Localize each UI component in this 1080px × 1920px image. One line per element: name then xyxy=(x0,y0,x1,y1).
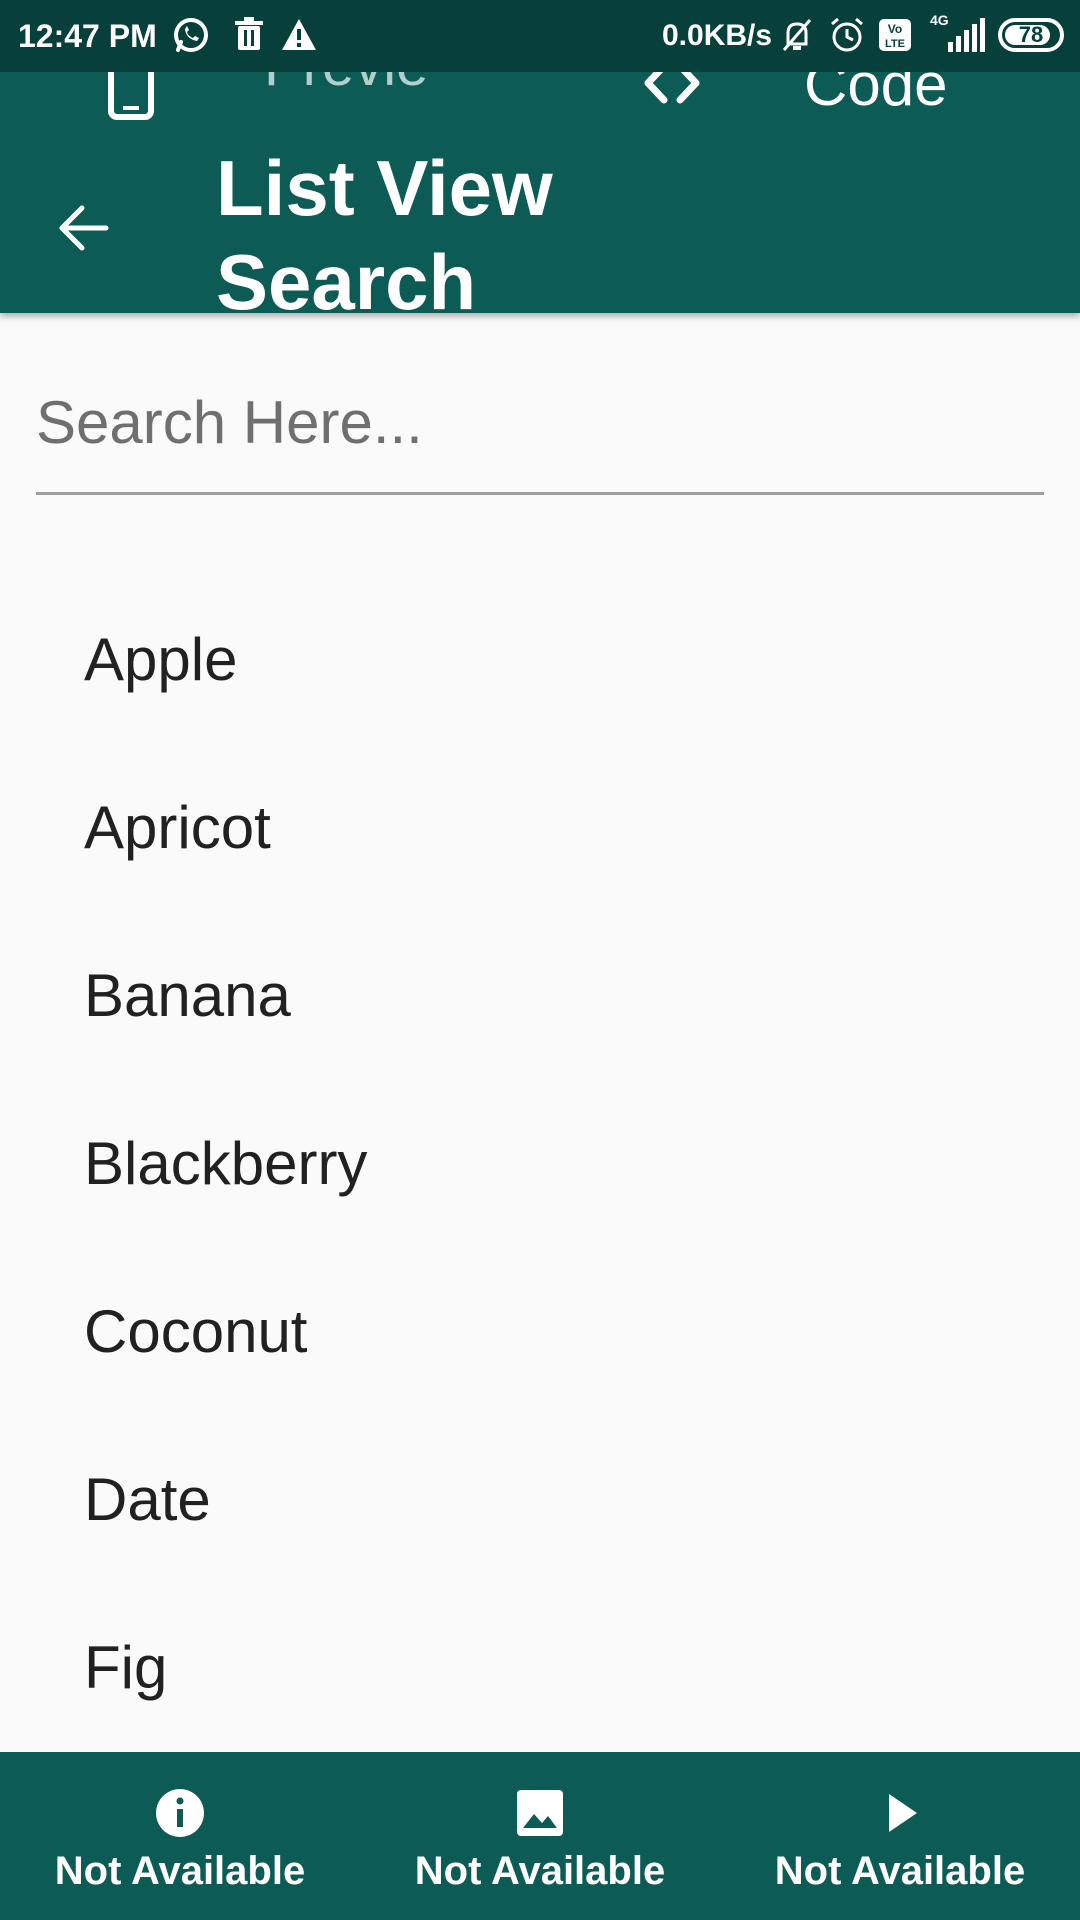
info-icon xyxy=(156,1789,204,1837)
search-input[interactable] xyxy=(36,373,1044,495)
battery-level-text: 78 xyxy=(1018,22,1044,47)
muted-bell-icon xyxy=(782,19,812,51)
status-time: 12:47 PM xyxy=(18,18,157,54)
network-speed: 0.0KB/s xyxy=(662,19,773,52)
signal-icon xyxy=(948,18,985,52)
svg-text:Vo: Vo xyxy=(888,22,902,36)
bottom-navigation: Not Available Not Available Not Availabl… xyxy=(0,1752,1080,1920)
status-bar: 12:47 PM 0.0KB/s Vo LTE 4G 78 xyxy=(0,0,1080,72)
list-item[interactable]: Apple xyxy=(0,575,1080,743)
nav-item-image[interactable]: Not Available xyxy=(360,1752,720,1920)
list-item[interactable]: Coconut xyxy=(0,1247,1080,1415)
list-item[interactable]: Fig xyxy=(0,1583,1080,1751)
list-item[interactable]: Blackberry xyxy=(0,1079,1080,1247)
list-item[interactable]: Banana xyxy=(0,911,1080,1079)
fruit-list: Apple Apricot Banana Blackberry Coconut … xyxy=(0,575,1080,1751)
nav-item-info[interactable]: Not Available xyxy=(0,1752,360,1920)
nav-item-play[interactable]: Not Available xyxy=(720,1752,1080,1920)
nav-label: Not Available xyxy=(54,1849,306,1893)
alarm-icon xyxy=(831,17,863,52)
nav-label: Not Available xyxy=(774,1849,1026,1893)
list-item[interactable]: Date xyxy=(0,1415,1080,1583)
whatsapp-icon xyxy=(174,18,208,52)
app-bar: List View Search xyxy=(0,143,1080,326)
play-icon xyxy=(889,1794,917,1832)
volte-icon: Vo LTE xyxy=(879,19,911,51)
warning-icon xyxy=(282,19,316,50)
nav-label: Not Available xyxy=(414,1849,666,1893)
app-screen: Preview Code 12:47 PM 0.0KB/s xyxy=(0,0,1080,1920)
battery-icon: 78 xyxy=(998,18,1064,52)
arrow-back-icon[interactable] xyxy=(56,201,110,255)
image-icon xyxy=(517,1790,563,1836)
page-title: List View Search xyxy=(216,144,553,326)
list-item[interactable]: Apricot xyxy=(0,743,1080,911)
trash-icon xyxy=(235,17,263,50)
svg-text:LTE: LTE xyxy=(885,38,905,50)
